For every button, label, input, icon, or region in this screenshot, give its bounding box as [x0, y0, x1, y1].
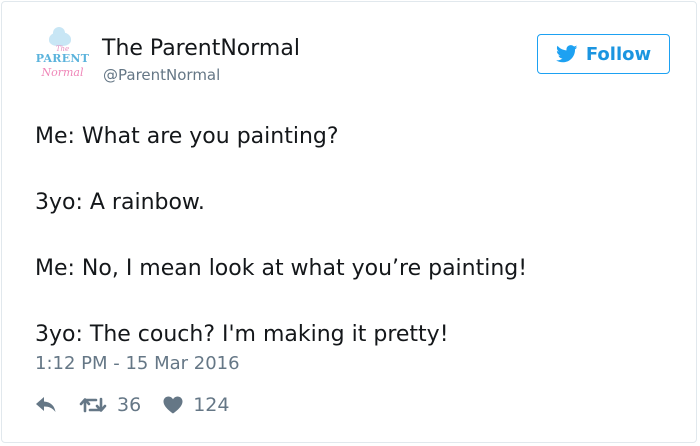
timestamp[interactable]: 1:12 PM - 15 Mar 2016: [35, 353, 240, 374]
avatar[interactable]: The PARENT Normal: [35, 27, 90, 87]
author-name[interactable]: The ParentNormal: [102, 36, 300, 61]
reply-icon: [36, 397, 56, 412]
tweet-line: 3yo: The couch? I'm making it pretty!: [35, 322, 449, 347]
cloud-icon: [49, 27, 71, 46]
heart-icon: [163, 396, 183, 414]
follow-label: Follow: [585, 43, 652, 65]
tweet-actions: 36 124: [35, 391, 251, 419]
tweet-line: Me: No, I mean look at what you’re paint…: [35, 256, 528, 281]
retweet-button[interactable]: 36: [79, 394, 141, 416]
logo-text-parent: PARENT: [35, 52, 90, 65]
author-handle[interactable]: @ParentNormal: [103, 66, 220, 84]
tweet-text: Me: What are you painting? 3yo: A rainbo…: [35, 120, 675, 351]
tweet-line: 3yo: A rainbow.: [35, 190, 205, 215]
tweet-card: The PARENT Normal The ParentNormal @Pare…: [1, 1, 697, 443]
retweet-count: 36: [117, 394, 142, 416]
reply-button[interactable]: [35, 396, 57, 414]
tweet-line: Me: What are you painting?: [35, 124, 339, 149]
like-count: 124: [193, 394, 230, 416]
follow-button[interactable]: Follow: [537, 34, 670, 74]
logo-text-normal: Normal: [41, 66, 84, 79]
retweet-icon: [79, 397, 107, 413]
like-button[interactable]: 124: [163, 394, 229, 416]
twitter-bird-icon: [555, 45, 578, 63]
